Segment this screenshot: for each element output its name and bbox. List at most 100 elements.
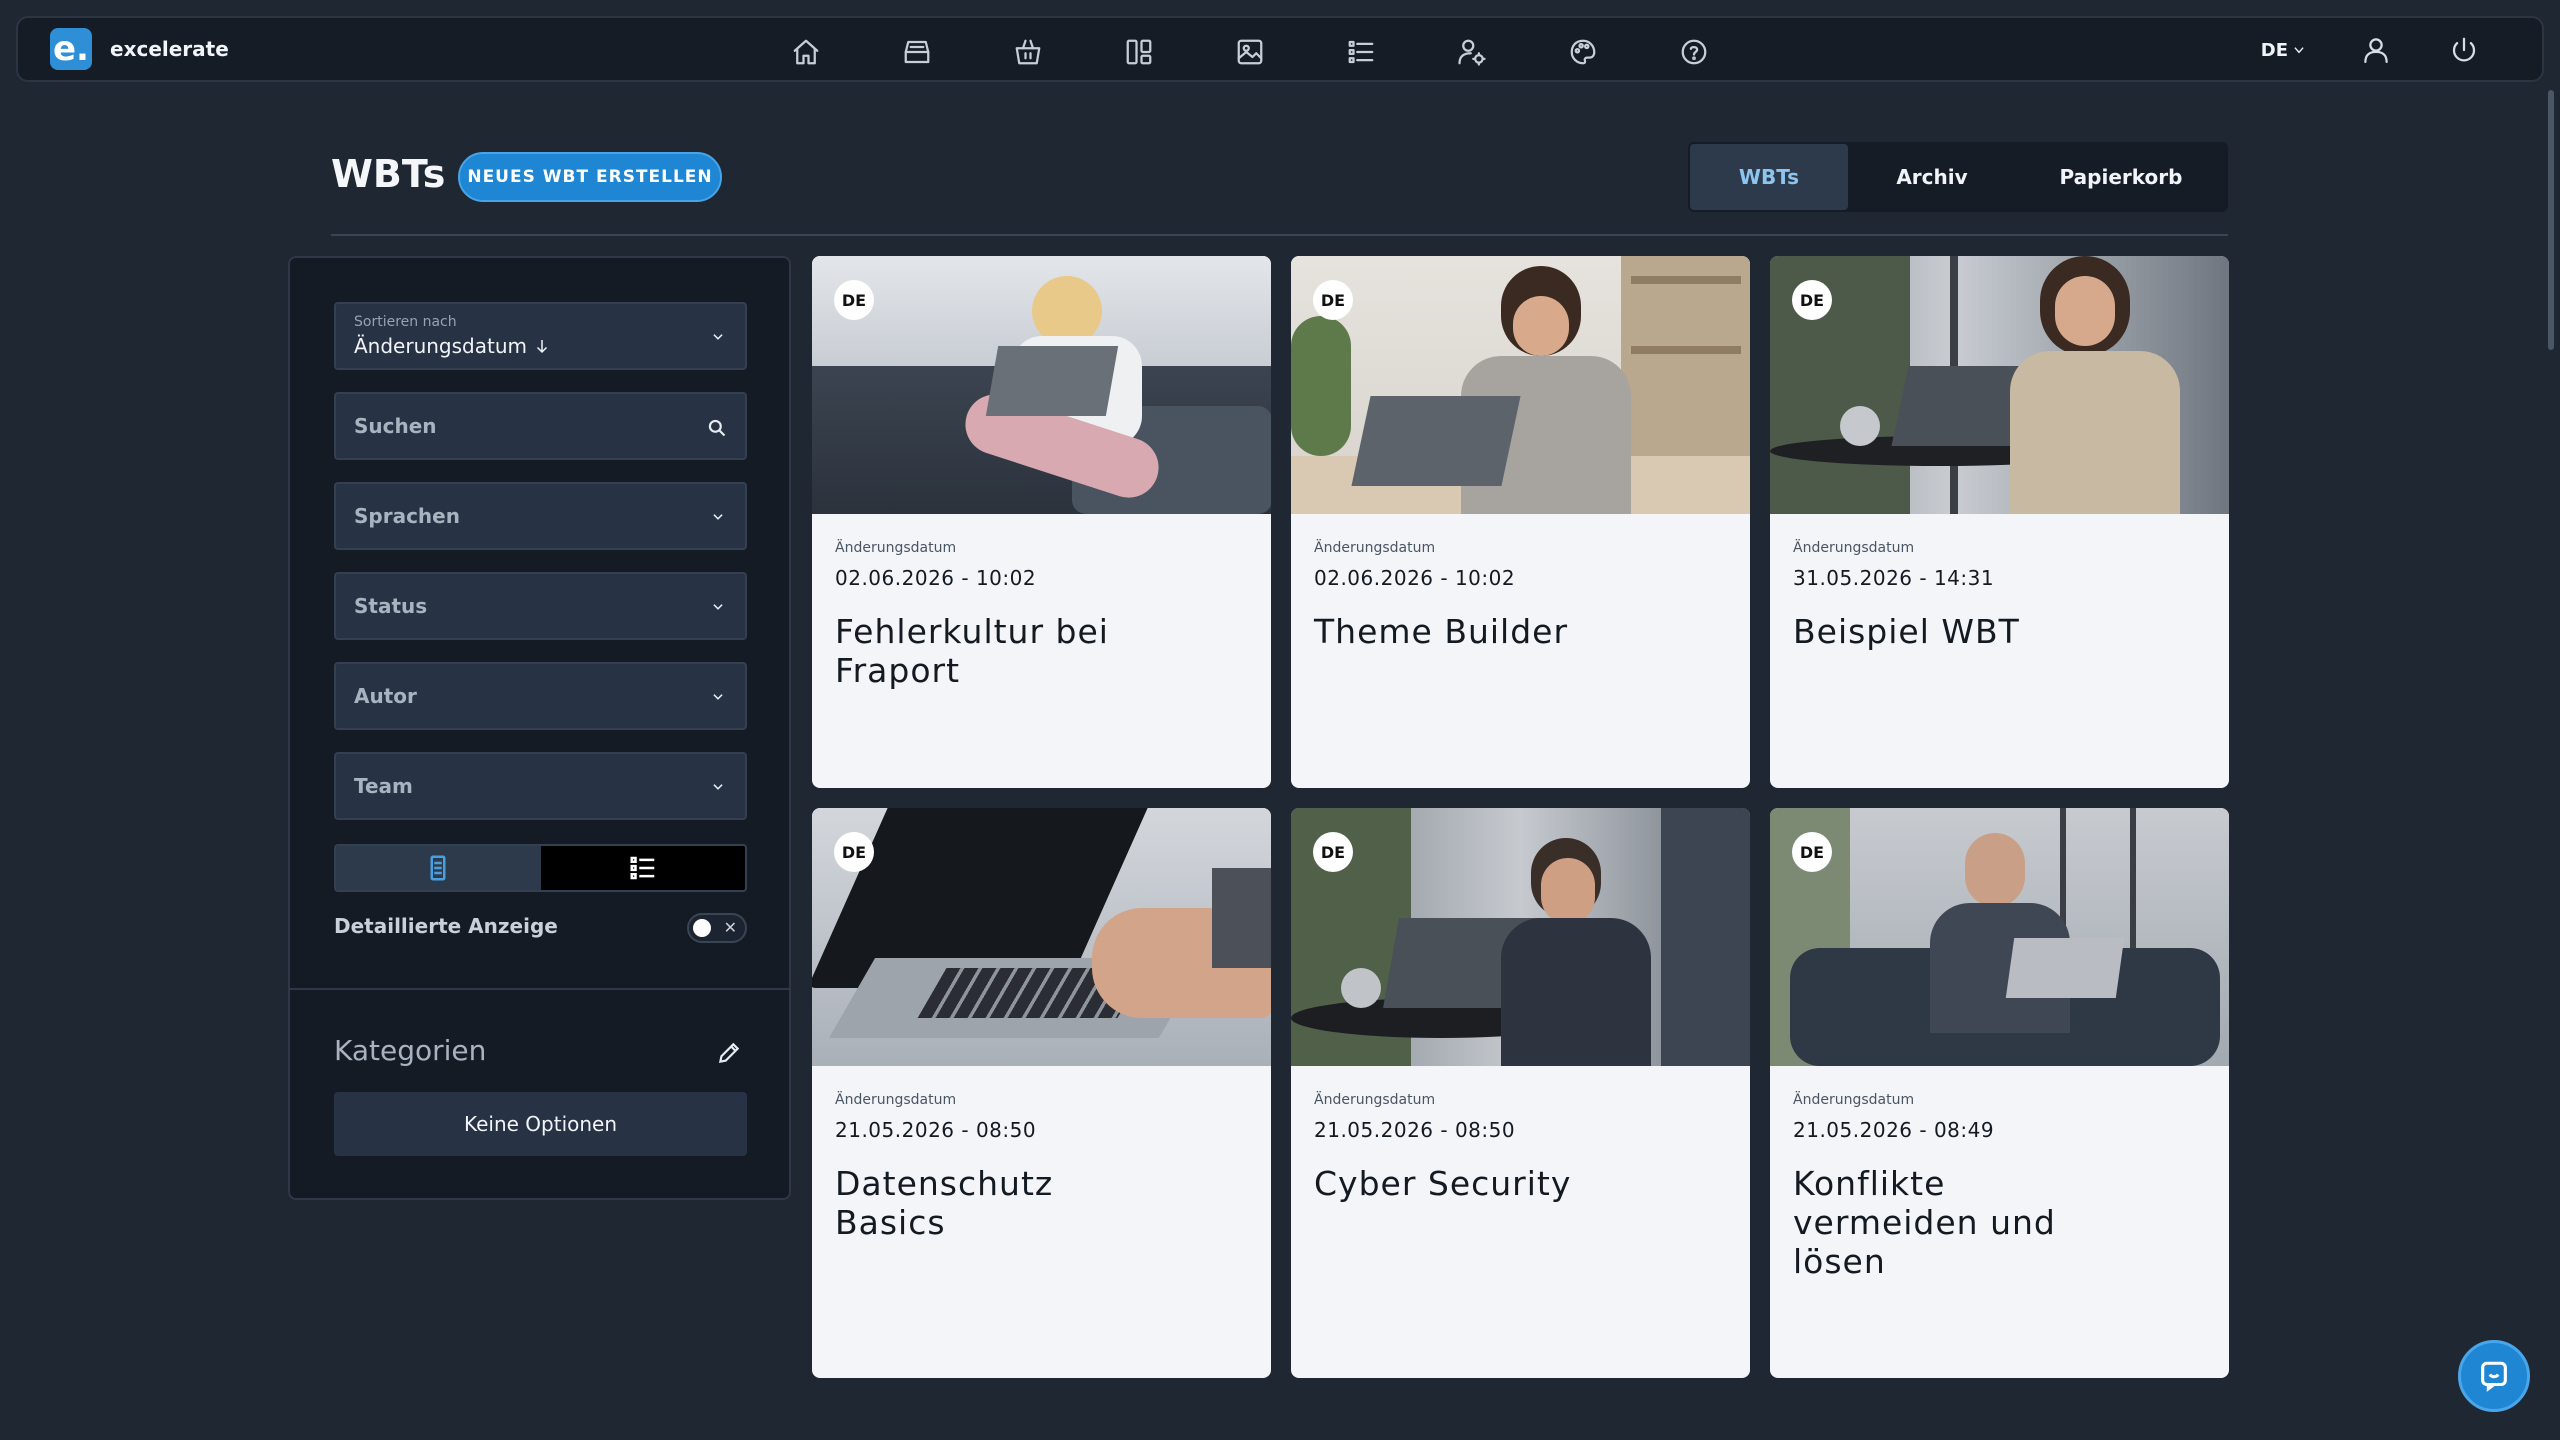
card-date: 02.06.2026 - 10:02 [1314, 566, 1516, 590]
sort-value-text: Änderungsdatum [354, 334, 527, 358]
detail-view-label: Detaillierte Anzeige [334, 914, 558, 938]
team-filter-label: Team [354, 774, 413, 798]
language-switch[interactable]: DE [2261, 40, 2306, 61]
search-input[interactable]: Suchen [334, 392, 747, 460]
tab-archiv[interactable]: Archiv [1848, 144, 2016, 210]
card-date: 21.05.2026 - 08:50 [1314, 1118, 1516, 1142]
search-placeholder: Suchen [354, 414, 437, 438]
wbt-card[interactable]: DE Änderungsdatum 21.05.2026 - 08:50 Cyb… [1291, 808, 1750, 1378]
chevron-down-icon [2294, 47, 2304, 54]
chevron-down-icon [713, 694, 723, 700]
wbt-card[interactable]: DE Änderungsdatum 21.05.2026 - 08:50 Dat… [812, 808, 1271, 1378]
list-icon[interactable] [1343, 34, 1379, 70]
card-date-label: Änderungsdatum [1793, 540, 1915, 556]
team-filter[interactable]: Team [334, 752, 747, 820]
card-thumbnail: DE [1291, 256, 1750, 514]
card-title: Konflikte vermeiden und lösen [1793, 1164, 2056, 1281]
card-date-label: Änderungsdatum [1314, 1092, 1436, 1108]
detail-view-toggle[interactable]: ✕ [687, 913, 747, 943]
card-title: Beispiel WBT [1793, 612, 2020, 651]
card-title: Theme Builder [1314, 612, 1569, 651]
card-thumbnail: DE [812, 808, 1271, 1066]
status-filter[interactable]: Status [334, 572, 747, 640]
grid-view-button[interactable] [336, 846, 541, 890]
status-filter-label: Status [354, 594, 428, 618]
help-icon[interactable] [1676, 34, 1712, 70]
languages-filter[interactable]: Sprachen [334, 482, 747, 550]
sidebar-divider [290, 988, 789, 990]
power-icon[interactable] [2446, 32, 2482, 68]
brand-name: excelerate [110, 37, 229, 61]
chat-button[interactable] [2458, 1340, 2530, 1412]
chevron-down-icon [713, 784, 723, 790]
card-thumbnail: DE [1291, 808, 1750, 1066]
language-badge: DE [1313, 280, 1353, 320]
main-nav-icons [788, 34, 1712, 70]
author-filter-label: Autor [354, 684, 417, 708]
sort-label: Sortieren nach [354, 314, 457, 330]
list-view-button[interactable] [540, 846, 745, 890]
create-wbt-button[interactable]: NEUES WBT ERSTELLEN [458, 152, 722, 202]
user-settings-icon[interactable] [1454, 34, 1490, 70]
card-date-label: Änderungsdatum [835, 1092, 957, 1108]
user-icon[interactable] [2358, 32, 2394, 68]
categories-title: Kategorien [334, 1034, 487, 1067]
page-title: WBTs [331, 152, 446, 196]
chevron-down-icon [713, 604, 723, 610]
toggle-knob [693, 919, 711, 937]
language-badge: DE [1792, 832, 1832, 872]
arrow-down-icon [536, 340, 548, 354]
sort-select[interactable]: Sortieren nach Änderungsdatum [334, 302, 747, 370]
layout-columns-icon[interactable] [1121, 34, 1157, 70]
inbox-tray-icon[interactable] [899, 34, 935, 70]
card-date-label: Änderungsdatum [835, 540, 957, 556]
tab-wbts[interactable]: WBTs [1690, 144, 1848, 210]
user-controls: DE [2261, 32, 2482, 68]
wbt-card[interactable]: DE Änderungsdatum 02.06.2026 - 10:02 Feh… [812, 256, 1271, 788]
wbt-card[interactable]: DE Änderungsdatum 02.06.2026 - 10:02 The… [1291, 256, 1750, 788]
card-thumbnail: DE [812, 256, 1271, 514]
language-badge: DE [1792, 280, 1832, 320]
page-scrollbar[interactable] [2548, 90, 2554, 350]
chevron-down-icon [713, 514, 723, 520]
wbt-card[interactable]: DE Änderungsdatum 31.05.2026 - 14:31 Bei… [1770, 256, 2229, 788]
language-label: DE [2260, 39, 2288, 61]
card-thumbnail: DE [1770, 256, 2229, 514]
card-title: Datenschutz Basics [835, 1164, 1054, 1242]
author-filter[interactable]: Autor [334, 662, 747, 730]
basket-icon[interactable] [1010, 34, 1046, 70]
card-title: Fehlerkultur bei Fraport [835, 612, 1109, 690]
card-date: 31.05.2026 - 14:31 [1793, 566, 1995, 590]
home-icon[interactable] [788, 34, 824, 70]
card-date: 21.05.2026 - 08:50 [835, 1118, 1037, 1142]
language-badge: DE [834, 280, 874, 320]
no-options-message: Keine Optionen [334, 1092, 747, 1156]
language-badge: DE [1313, 832, 1353, 872]
brand[interactable]: e. excelerate [50, 28, 229, 70]
card-title: Cyber Security [1314, 1164, 1572, 1203]
search-icon [708, 419, 726, 437]
chevron-down-icon [713, 334, 723, 340]
card-thumbnail: DE [1770, 808, 2229, 1066]
view-mode-toggle [334, 844, 747, 892]
close-icon: ✕ [723, 918, 737, 937]
languages-filter-label: Sprachen [354, 504, 460, 528]
language-badge: DE [834, 832, 874, 872]
wbt-card[interactable]: DE Änderungsdatum 21.05.2026 - 08:49 Kon… [1770, 808, 2229, 1378]
grid-view-icon [430, 855, 446, 881]
brand-logo: e. [50, 28, 92, 70]
list-view-icon [630, 856, 654, 880]
card-date-label: Änderungsdatum [1314, 540, 1436, 556]
sort-value: Änderungsdatum [354, 334, 551, 358]
view-tabs: WBTs Archiv Papierkorb [1688, 142, 2228, 212]
tab-papierkorb[interactable]: Papierkorb [2016, 144, 2226, 210]
edit-categories-button[interactable] [716, 1040, 742, 1066]
card-date: 02.06.2026 - 10:02 [835, 566, 1037, 590]
card-date: 21.05.2026 - 08:49 [1793, 1118, 1995, 1142]
top-navigation: e. excelerate DE [16, 16, 2544, 82]
image-gallery-icon[interactable] [1232, 34, 1268, 70]
pencil-icon [718, 1042, 740, 1064]
header-divider [331, 234, 2228, 236]
card-date-label: Änderungsdatum [1793, 1092, 1915, 1108]
palette-icon[interactable] [1565, 34, 1601, 70]
